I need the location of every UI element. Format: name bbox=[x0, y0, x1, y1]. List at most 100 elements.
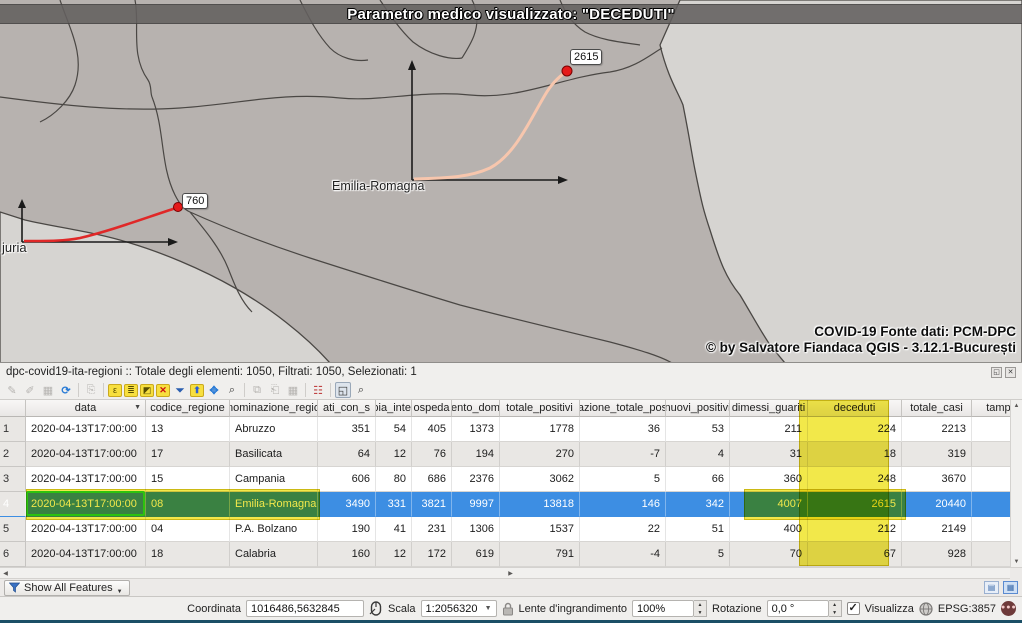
table-cell[interactable]: 3670 bbox=[902, 467, 972, 492]
lock-scale-icon[interactable] bbox=[502, 602, 514, 616]
table-cell[interactable]: 2020-04-13T17:00:00 bbox=[26, 517, 146, 542]
table-cell[interactable]: -7 bbox=[580, 442, 666, 467]
render-checkbox[interactable]: ✓ bbox=[847, 602, 860, 615]
table-cell[interactable]: 319 bbox=[902, 442, 972, 467]
table-cell[interactable]: 342 bbox=[666, 492, 730, 517]
table-cell[interactable]: 791 bbox=[500, 542, 580, 567]
deselect-all-icon[interactable]: ✕ bbox=[156, 384, 170, 397]
mouse-extents-icon[interactable] bbox=[369, 601, 383, 616]
search-widget-icon[interactable]: ⌕ bbox=[353, 382, 369, 398]
magnifier-input[interactable]: 100% bbox=[632, 600, 694, 617]
table-cell[interactable]: 17 bbox=[146, 442, 230, 467]
table-cell[interactable]: -4 bbox=[580, 542, 666, 567]
table-cell[interactable]: 13 bbox=[146, 417, 230, 442]
table-cell[interactable]: Calabria bbox=[230, 542, 318, 567]
pan-to-selection-icon[interactable]: ✥ bbox=[206, 382, 222, 398]
show-all-features-button[interactable]: Show All Features ▼ bbox=[4, 580, 130, 596]
table-cell[interactable]: 190 bbox=[318, 517, 376, 542]
messages-icon[interactable]: ●●● bbox=[1001, 601, 1016, 616]
column-header-ospeda[interactable]: ospeda bbox=[412, 400, 452, 417]
row-number[interactable]: 3 bbox=[0, 467, 26, 492]
horizontal-scrollbar[interactable]: ◀ ▶ bbox=[0, 567, 1022, 578]
table-cell[interactable]: 2020-04-13T17:00:00 bbox=[26, 542, 146, 567]
row-number[interactable]: 6 bbox=[0, 542, 26, 567]
column-header-ati_con_s[interactable]: ati_con_s bbox=[318, 400, 376, 417]
crs-globe-icon[interactable] bbox=[919, 602, 933, 616]
table-cell[interactable]: 331 bbox=[376, 492, 412, 517]
table-cell[interactable]: Abruzzo bbox=[230, 417, 318, 442]
column-header-azione_totale_pos[interactable]: azione_totale_pos bbox=[580, 400, 666, 417]
table-cell[interactable] bbox=[972, 492, 1010, 517]
table-cell[interactable]: 51 bbox=[666, 517, 730, 542]
column-header-nuovi_positivi[interactable]: nuovi_positivi bbox=[666, 400, 730, 417]
table-cell[interactable]: 31 bbox=[730, 442, 808, 467]
table-cell[interactable]: 146 bbox=[580, 492, 666, 517]
table-cell[interactable]: 70 bbox=[730, 542, 808, 567]
scroll-left-icon[interactable]: ◀ bbox=[0, 568, 11, 579]
table-cell[interactable]: 3062 bbox=[500, 467, 580, 492]
form-view-icon[interactable]: ▤ bbox=[984, 581, 999, 594]
table-cell[interactable]: 04 bbox=[146, 517, 230, 542]
table-cell[interactable]: 22 bbox=[580, 517, 666, 542]
column-header-data[interactable]: data▼ bbox=[26, 400, 146, 417]
scale-combobox[interactable]: 1:2056320 ▼ bbox=[421, 600, 497, 617]
row-number[interactable]: 4 bbox=[0, 492, 26, 517]
column-header-rownum[interactable] bbox=[0, 400, 26, 417]
paste-features-icon[interactable]: ⎘ bbox=[83, 382, 99, 398]
table-cell[interactable]: 80 bbox=[376, 467, 412, 492]
spin-up-icon[interactable]: ▲ bbox=[694, 601, 706, 609]
move-selection-top-icon[interactable]: ⬆ bbox=[190, 384, 204, 397]
select-by-expression-icon[interactable]: ε bbox=[108, 384, 122, 397]
table-cell[interactable]: 2020-04-13T17:00:00 bbox=[26, 417, 146, 442]
scroll-right-icon[interactable]: ▶ bbox=[505, 568, 516, 579]
table-cell[interactable]: 20440 bbox=[902, 492, 972, 517]
table-cell[interactable]: 928 bbox=[902, 542, 972, 567]
table-cell[interactable]: 231 bbox=[412, 517, 452, 542]
table-cell[interactable]: 12 bbox=[376, 442, 412, 467]
table-cell[interactable]: 13818 bbox=[500, 492, 580, 517]
table-cell[interactable]: 1306 bbox=[452, 517, 500, 542]
table-cell[interactable]: 194 bbox=[452, 442, 500, 467]
undock-panel-icon[interactable]: ◱ bbox=[991, 367, 1002, 378]
table-cell[interactable]: 351 bbox=[318, 417, 376, 442]
table-cell[interactable]: Basilicata bbox=[230, 442, 318, 467]
spin-down-icon[interactable]: ▼ bbox=[694, 609, 706, 617]
column-header-codice_regione[interactable]: codice_regione bbox=[146, 400, 230, 417]
map-canvas[interactable]: Parametro medico visualizzato: "DECEDUTI… bbox=[0, 0, 1022, 363]
table-cell[interactable]: 2149 bbox=[902, 517, 972, 542]
table-cell[interactable]: 606 bbox=[318, 467, 376, 492]
conditional-formatting-icon[interactable]: ☷ bbox=[310, 382, 326, 398]
table-cell[interactable]: 66 bbox=[666, 467, 730, 492]
table-cell[interactable]: 12 bbox=[376, 542, 412, 567]
table-cell[interactable]: 400 bbox=[730, 517, 808, 542]
copy-icon[interactable]: ⧉ bbox=[249, 382, 265, 398]
table-cell[interactable] bbox=[972, 467, 1010, 492]
table-cell[interactable]: 1778 bbox=[500, 417, 580, 442]
table-cell[interactable]: 64 bbox=[318, 442, 376, 467]
multi-edit-icon[interactable]: ✐ bbox=[22, 382, 38, 398]
rotation-input[interactable]: 0,0 ° bbox=[767, 600, 829, 617]
column-header-ento_dom[interactable]: ento_dom bbox=[452, 400, 500, 417]
paste-icon[interactable]: ⎗ bbox=[267, 382, 283, 398]
table-cell[interactable] bbox=[972, 417, 1010, 442]
table-cell[interactable] bbox=[972, 517, 1010, 542]
new-field-icon[interactable]: ▦ bbox=[285, 382, 301, 398]
column-header-dimessi_guariti[interactable]: dimessi_guariti bbox=[730, 400, 808, 417]
filter-select-form-icon[interactable]: ⏷ bbox=[172, 382, 188, 398]
table-cell[interactable]: 1537 bbox=[500, 517, 580, 542]
table-cell[interactable] bbox=[972, 542, 1010, 567]
table-cell[interactable]: 54 bbox=[376, 417, 412, 442]
crs-label[interactable]: EPSG:3857 bbox=[938, 603, 996, 615]
row-number[interactable]: 2 bbox=[0, 442, 26, 467]
column-header-pia_inter[interactable]: pia_inter bbox=[376, 400, 412, 417]
table-cell[interactable]: 36 bbox=[580, 417, 666, 442]
table-cell[interactable]: 3821 bbox=[412, 492, 452, 517]
spin-down-icon[interactable]: ▼ bbox=[829, 609, 841, 617]
coordinate-input[interactable]: 1016486,5632845 bbox=[246, 600, 364, 617]
table-cell[interactable]: 53 bbox=[666, 417, 730, 442]
column-header-totale_casi[interactable]: totale_casi bbox=[902, 400, 972, 417]
magnifier-spinner[interactable]: ▲ ▼ bbox=[694, 600, 707, 617]
invert-selection-icon[interactable]: ◩ bbox=[140, 384, 154, 397]
table-cell[interactable]: 270 bbox=[500, 442, 580, 467]
row-number[interactable]: 1 bbox=[0, 417, 26, 442]
